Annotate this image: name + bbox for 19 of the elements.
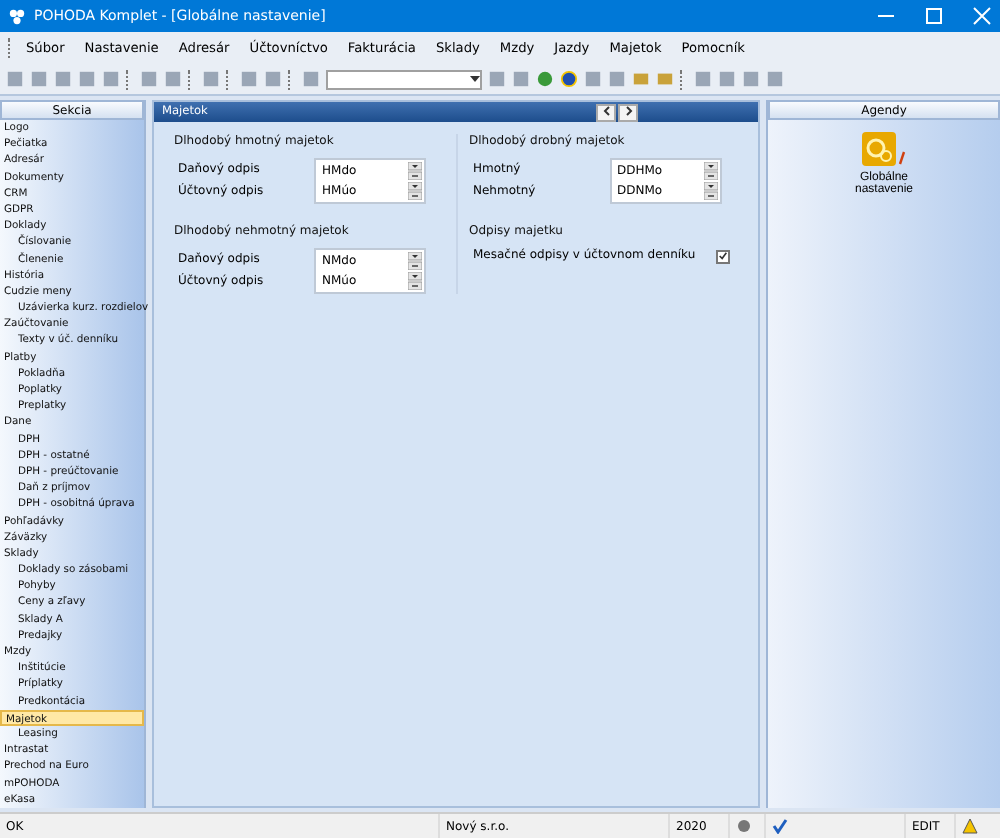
chevron-left-icon (601, 105, 611, 115)
toolbar-combo-field[interactable] (326, 69, 482, 89)
dropdown-buttons-icon[interactable] (408, 252, 422, 270)
dropdown-buttons-icon[interactable] (703, 162, 717, 180)
maximize-icon[interactable] (924, 6, 944, 26)
check-icon (772, 818, 788, 834)
dropdown-buttons-icon[interactable] (408, 272, 422, 290)
dropdown-buttons-icon[interactable] (408, 182, 422, 200)
close-icon[interactable] (972, 6, 992, 26)
warning-icon (962, 818, 978, 834)
app-icon (8, 7, 26, 25)
dropdown-caret-icon[interactable] (470, 74, 480, 84)
dropdown-buttons-icon[interactable] (408, 162, 422, 180)
chevron-right-icon (623, 105, 633, 115)
previous-button[interactable] (596, 103, 616, 121)
gears-icon (862, 132, 906, 168)
checkbox[interactable] (715, 249, 730, 263)
next-button[interactable] (618, 103, 638, 121)
dropdown-buttons-icon[interactable] (703, 182, 717, 200)
